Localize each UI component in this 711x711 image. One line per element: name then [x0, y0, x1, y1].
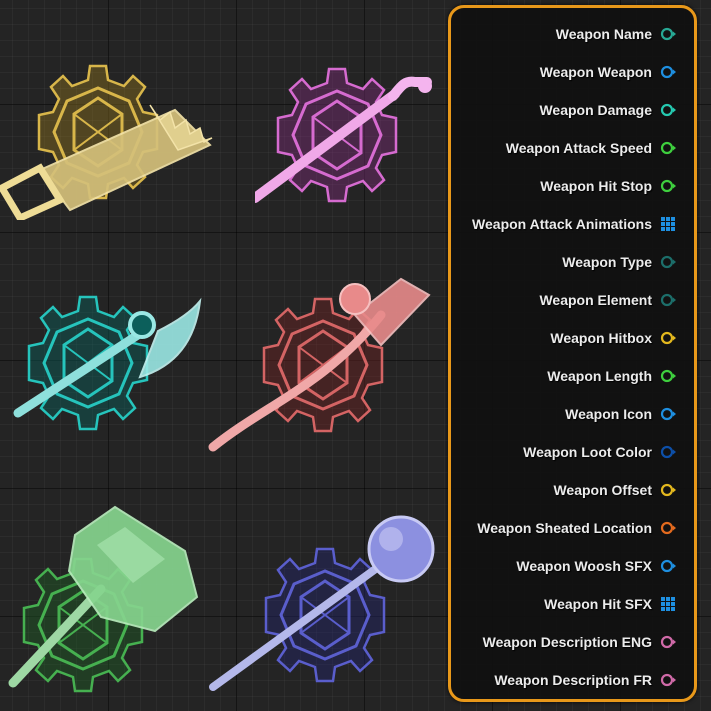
- saw-weapon-icon: [0, 64, 213, 220]
- pin-row[interactable]: Weapon Element: [539, 289, 676, 311]
- pin-row[interactable]: Weapon Loot Color: [523, 441, 676, 463]
- array-pin-icon[interactable]: [660, 216, 676, 232]
- pin-connector-icon[interactable]: [660, 444, 676, 460]
- axe-weapon-icon: [13, 295, 202, 431]
- pin-connector-icon[interactable]: [660, 558, 676, 574]
- pin-label: Weapon Attack Animations: [472, 216, 652, 232]
- pin-row[interactable]: Weapon Type: [562, 251, 676, 273]
- array-pin-icon[interactable]: [660, 596, 676, 612]
- pin-row[interactable]: Weapon Icon: [565, 403, 676, 425]
- pipe-weapon-icon: [255, 67, 432, 203]
- pin-row[interactable]: Weapon Length: [547, 365, 676, 387]
- pin-label: Weapon Hit SFX: [544, 596, 652, 612]
- pin-row[interactable]: Weapon Offset: [553, 479, 676, 501]
- pin-row[interactable]: Weapon Woosh SFX: [516, 555, 676, 577]
- pin-row[interactable]: Weapon Attack Speed: [506, 137, 676, 159]
- pin-connector-icon[interactable]: [660, 482, 676, 498]
- pin-label: Weapon Damage: [539, 102, 652, 118]
- pin-row[interactable]: Weapon Attack Animations: [472, 213, 676, 235]
- pin-label: Weapon Hitbox: [550, 330, 652, 346]
- pin-label: Weapon Offset: [553, 482, 652, 498]
- pin-label: Weapon Attack Speed: [505, 140, 652, 156]
- pin-connector-icon[interactable]: [660, 330, 676, 346]
- pin-connector-icon[interactable]: [660, 178, 676, 194]
- pin-connector-icon[interactable]: [660, 254, 676, 270]
- pin-row[interactable]: Weapon Description ENG: [483, 631, 676, 653]
- pin-label: Weapon Description ENG: [482, 634, 652, 650]
- struct-pin-panel: Weapon Name Weapon Weapon Weapon Damage Wea…: [448, 5, 697, 702]
- pin-connector-icon[interactable]: [660, 520, 676, 536]
- pin-connector-icon[interactable]: [660, 140, 676, 156]
- pin-row[interactable]: Weapon Hitbox: [550, 327, 676, 349]
- pin-connector-icon[interactable]: [660, 26, 676, 42]
- pin-row[interactable]: Weapon Description FR: [494, 669, 676, 691]
- pin-row[interactable]: Weapon Hit SFX: [544, 593, 676, 615]
- pin-label: Weapon Woosh SFX: [516, 558, 652, 574]
- pin-row[interactable]: Weapon Hit Stop: [540, 175, 676, 197]
- pin-connector-icon[interactable]: [660, 672, 676, 688]
- pin-row[interactable]: Weapon Weapon: [540, 61, 676, 83]
- pin-row[interactable]: Weapon Name: [556, 23, 676, 45]
- pin-label: Weapon Loot Color: [523, 444, 652, 460]
- pin-label: Weapon Length: [547, 368, 652, 384]
- pin-label: Weapon Type: [562, 254, 652, 270]
- pin-row[interactable]: Weapon Sheated Location: [477, 517, 676, 539]
- pin-connector-icon[interactable]: [660, 64, 676, 80]
- pin-connector-icon[interactable]: [660, 102, 676, 118]
- broom-weapon-icon: [208, 277, 431, 452]
- pin-label: Weapon Name: [555, 26, 652, 42]
- pin-label: Weapon Icon: [565, 406, 652, 422]
- mace-weapon-icon: [8, 505, 199, 693]
- scepter-weapon-icon: [209, 515, 435, 691]
- pin-label: Weapon Description FR: [494, 672, 652, 688]
- pin-label: Weapon Weapon: [539, 64, 652, 80]
- pin-label: Weapon Sheated Location: [477, 520, 652, 536]
- pin-row[interactable]: Weapon Damage: [539, 99, 676, 121]
- pin-connector-icon[interactable]: [660, 292, 676, 308]
- pin-label: Weapon Element: [539, 292, 652, 308]
- pin-connector-icon[interactable]: [660, 406, 676, 422]
- pin-connector-icon[interactable]: [660, 368, 676, 384]
- pin-label: Weapon Hit Stop: [540, 178, 652, 194]
- pin-connector-icon[interactable]: [660, 634, 676, 650]
